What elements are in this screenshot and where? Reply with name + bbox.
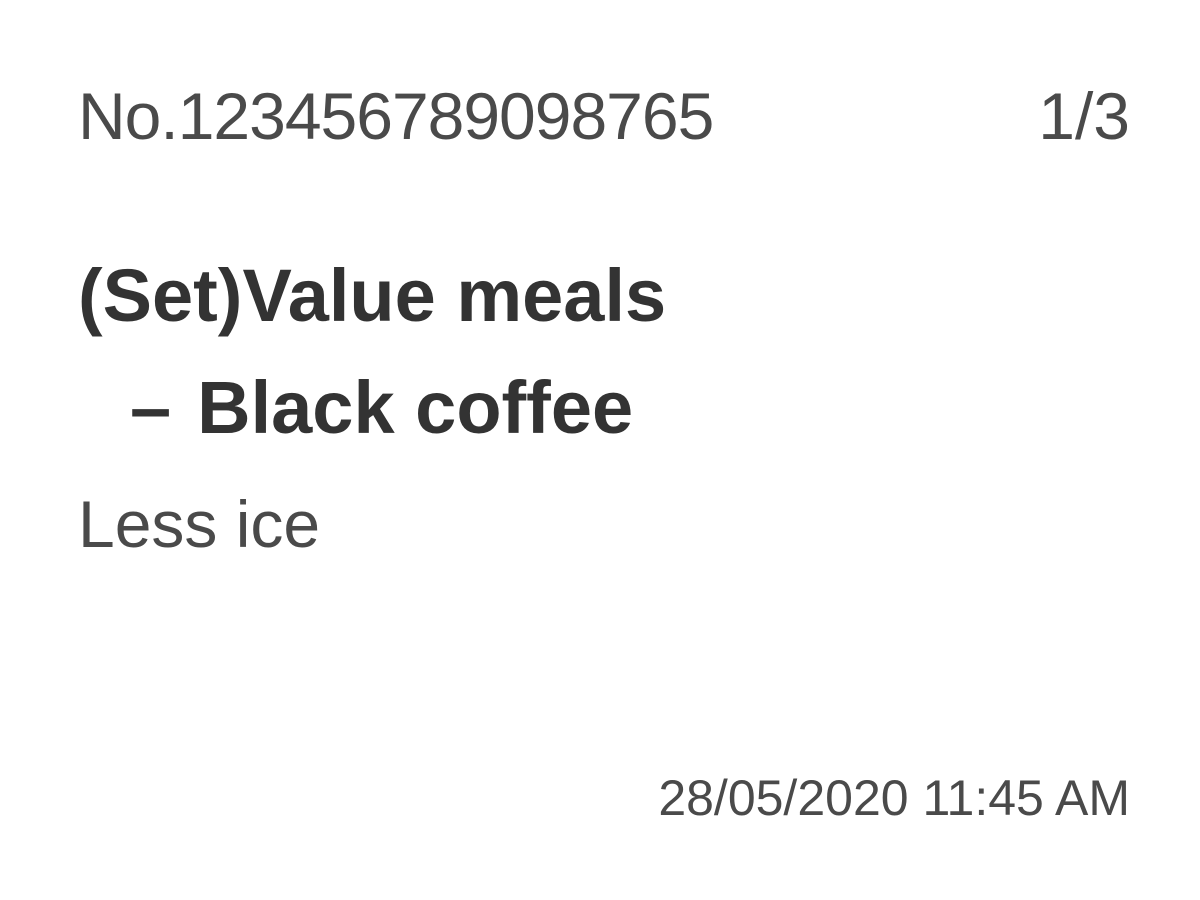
order-ticket: No.12345678909876​5 1/3 (Set)Value meals… bbox=[0, 0, 1200, 900]
order-timestamp: 28/05/2020 11:45 AM bbox=[658, 770, 1130, 826]
page-indicator: 1/3 bbox=[1038, 79, 1130, 153]
sub-item: – Black coffee bbox=[130, 366, 633, 450]
item-name: (Set)Value meals bbox=[78, 254, 667, 337]
order-number: No.12345678909876​5 bbox=[78, 79, 714, 153]
item-note: Less ice bbox=[78, 487, 321, 561]
sub-item-name: Black coffee bbox=[197, 366, 634, 449]
sub-item-prefix: – bbox=[130, 366, 172, 449]
